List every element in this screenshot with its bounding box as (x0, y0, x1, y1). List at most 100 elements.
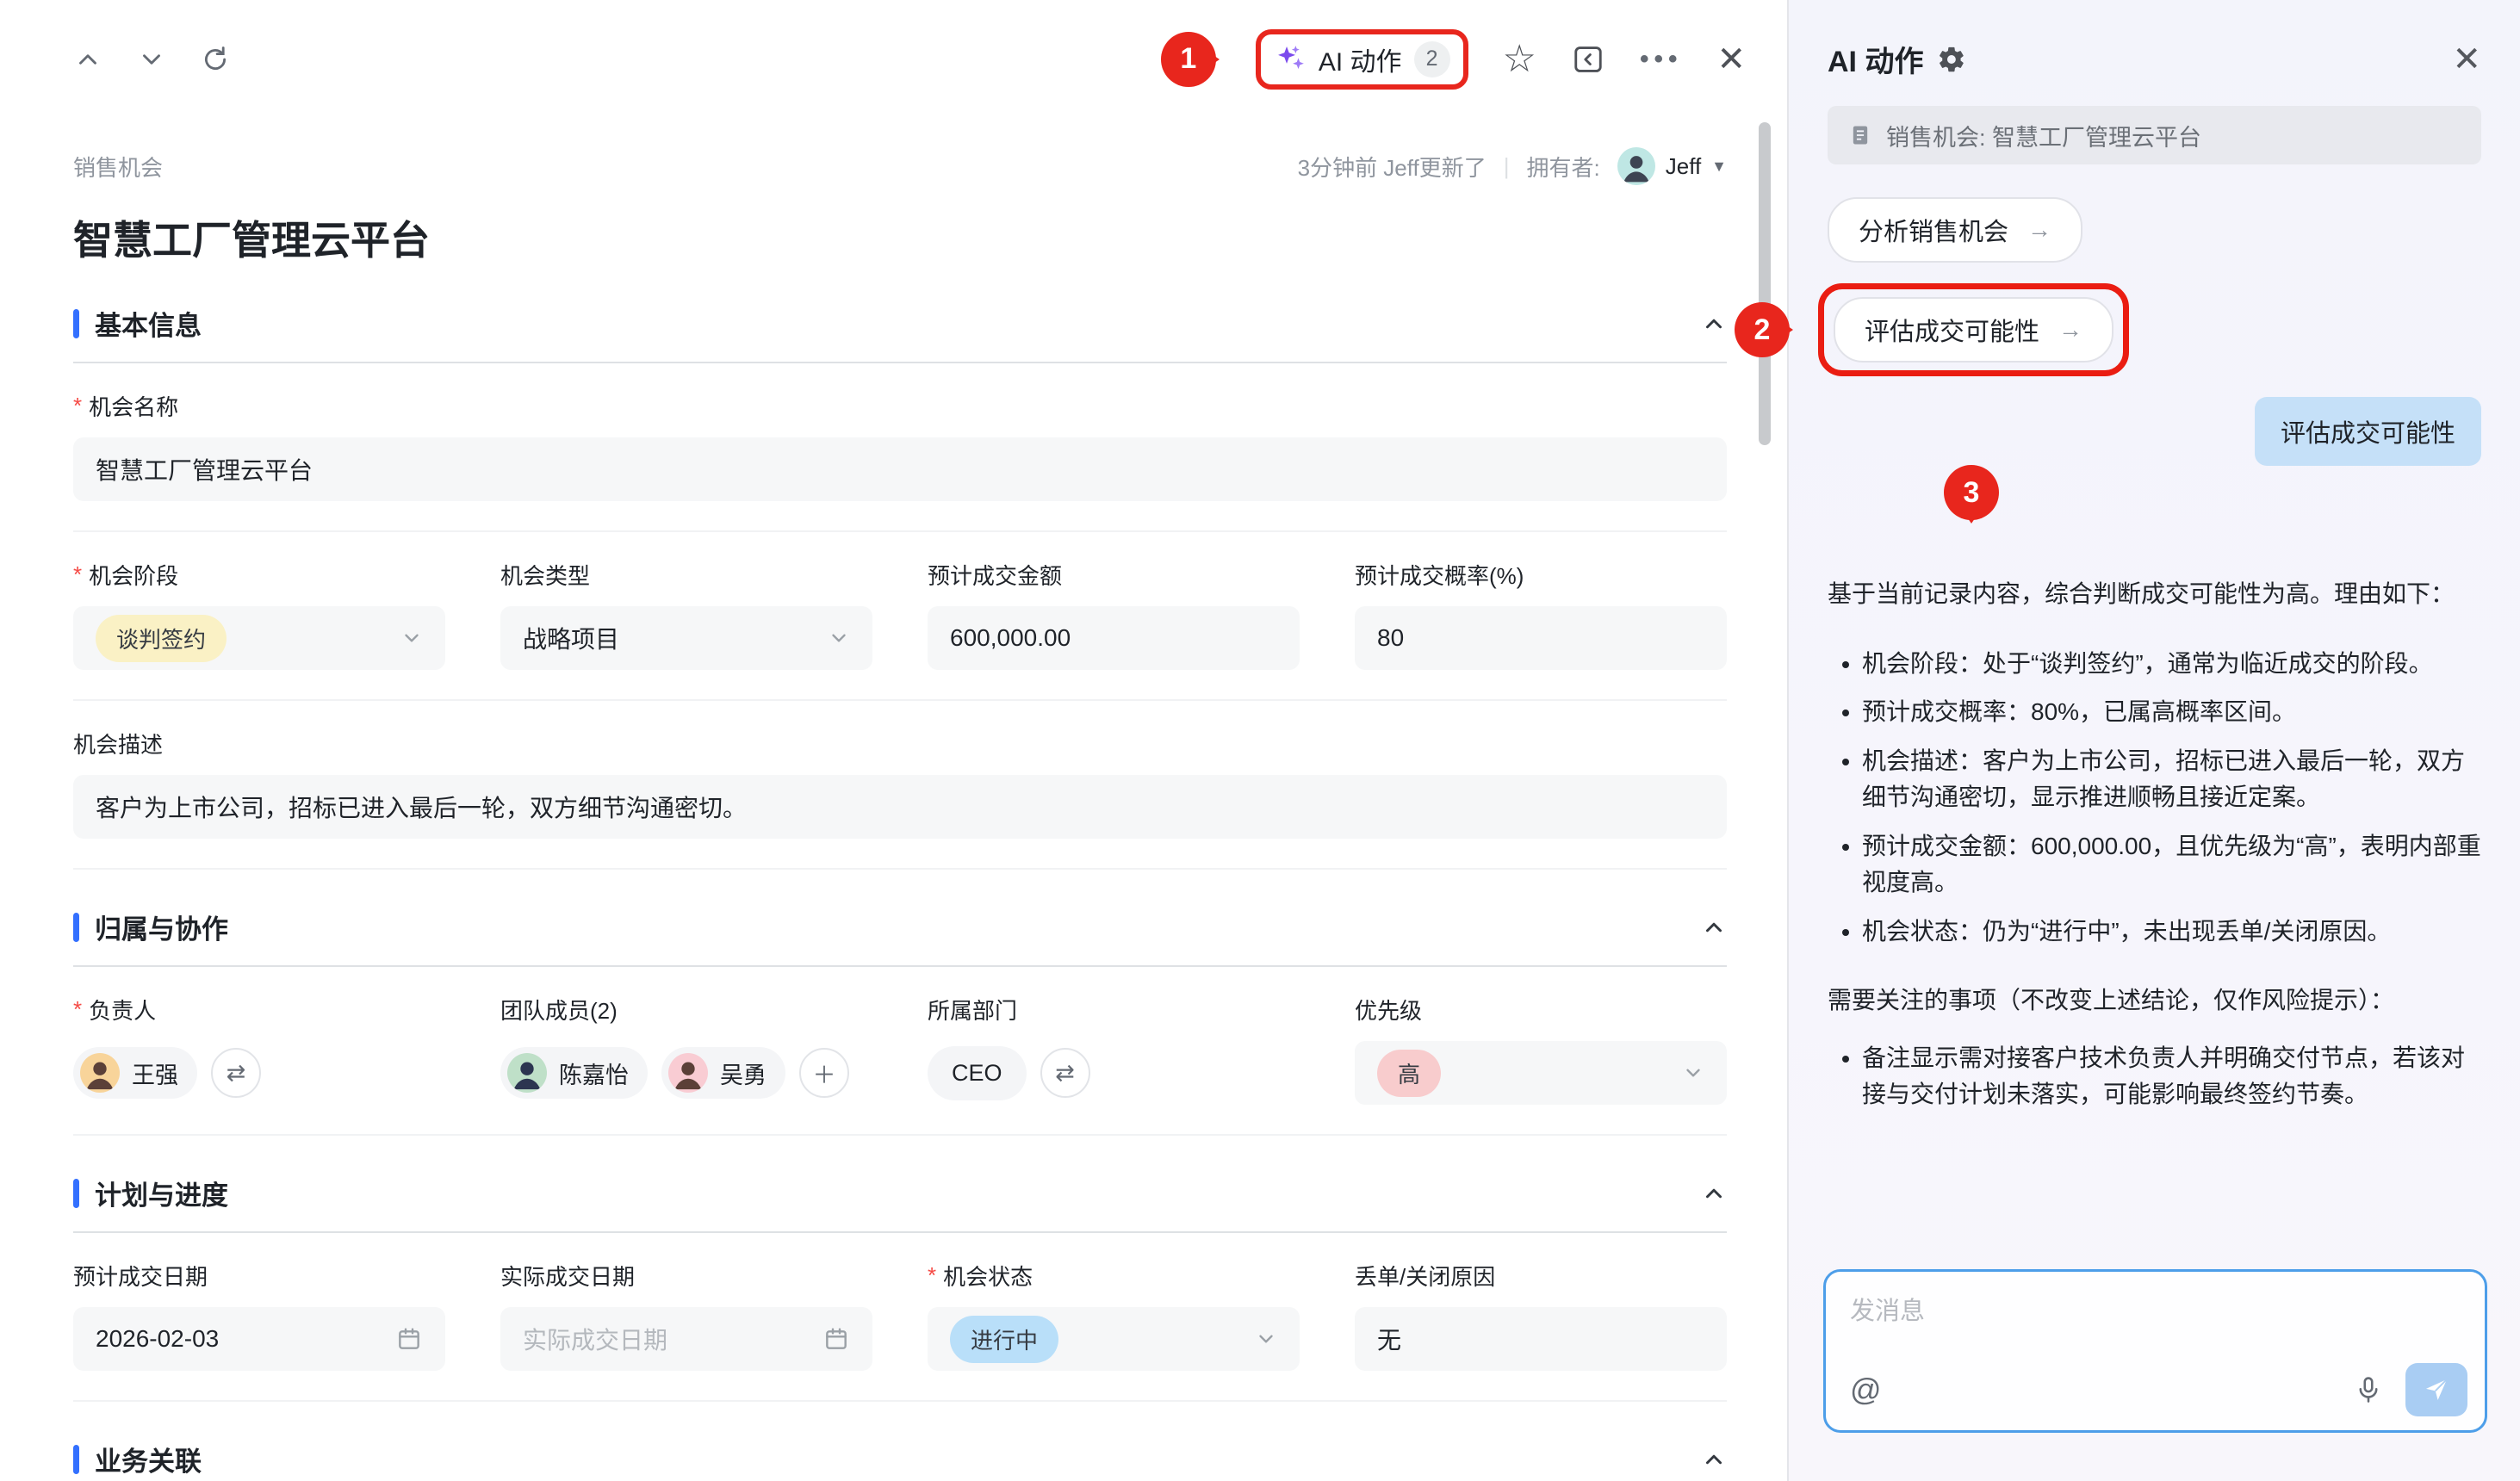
amount-value: 600,000.00 (950, 624, 1071, 652)
message-composer[interactable]: 发消息 @ (1823, 1269, 2487, 1433)
section-ownership-title: 归属与协作 (95, 908, 228, 946)
amount-input[interactable]: 600,000.00 (928, 606, 1300, 670)
row-divider (73, 1134, 1727, 1136)
record-head: 销售机会 3分钟前 Jeff更新了 | 拥有者: Jeff ▼ (73, 147, 1727, 185)
owner-avatar (1617, 147, 1655, 185)
field-row-description: 机会描述 客户为上市公司，招标已进入最后一轮，双方细节沟通密切。 (73, 728, 1727, 839)
ai-response-bullet: 预计成交金额：600,000.00，且优先级为“高”，表明内部重视度高。 (1862, 828, 2481, 902)
probability-label: 预计成交概率(%) (1355, 559, 1524, 591)
owner-person-pill[interactable]: 王强 (73, 1047, 197, 1099)
panel-close-icon[interactable]: ✕ (2452, 42, 2481, 77)
owner-field-label: 负责人 (89, 994, 156, 1026)
gear-icon[interactable] (1937, 45, 1966, 74)
section-divider (73, 362, 1727, 363)
section-accent-bar (73, 1179, 79, 1208)
send-button[interactable] (2405, 1363, 2467, 1416)
stage-tag: 谈判签约 (96, 615, 227, 662)
field-row-name: *机会名称 智慧工厂管理云平台 (73, 391, 1727, 501)
department-pill[interactable]: CEO (928, 1046, 1027, 1100)
calendar-icon (822, 1325, 850, 1353)
send-plane-icon (2423, 1376, 2450, 1404)
owner-swap-button[interactable]: ⇄ (211, 1048, 261, 1098)
opportunity-name-input[interactable]: 智慧工厂管理云平台 (73, 437, 1727, 501)
section-relations-title: 业务关联 (95, 1440, 202, 1478)
required-asterisk: * (73, 393, 82, 419)
owner-caret-icon: ▼ (1711, 158, 1727, 176)
collapse-chevron-icon[interactable] (1701, 1447, 1727, 1472)
owner-chip[interactable]: Jeff ▼ (1617, 147, 1727, 185)
record-context-chip[interactable]: 销售机会: 智慧工厂管理云平台 (1828, 106, 2481, 164)
lost-reason-label: 丢单/关闭原因 (1355, 1260, 1495, 1292)
ai-actions-panel: AI 动作 ✕ 销售机会: 智慧工厂管理云平台 分析销售机会 → 2 评估成交可… (1787, 0, 2520, 1481)
arrow-right-icon: → (2058, 316, 2082, 344)
field-row-people: *负责人 王强 ⇄ 团队成员(2) (73, 995, 1727, 1105)
team-member-pill[interactable]: 吴勇 (661, 1047, 785, 1099)
main-scrollbar-thumb[interactable] (1759, 122, 1771, 445)
chevron-down-icon (1682, 1062, 1704, 1084)
row-divider (73, 530, 1727, 532)
close-record-icon[interactable]: ✕ (1716, 42, 1746, 77)
user-message-bubble: 评估成交可能性 (2255, 397, 2481, 466)
required-asterisk: * (73, 561, 82, 588)
row-divider (73, 699, 1727, 701)
team-member-pill[interactable]: 陈嘉怡 (500, 1047, 648, 1099)
section-divider (73, 965, 1727, 967)
refresh-icon[interactable] (201, 45, 230, 74)
ai-action-badge: 2 (1414, 41, 1450, 77)
ai-action-button[interactable]: AI 动作 2 (1274, 40, 1450, 78)
type-select[interactable]: 战略项目 (500, 606, 872, 670)
actual-date-picker[interactable]: 实际成交日期 (500, 1307, 872, 1371)
expected-date-picker[interactable]: 2026-02-03 (73, 1307, 445, 1371)
field-type: 机会类型 战略项目 (500, 560, 872, 670)
description-input[interactable]: 客户为上市公司，招标已进入最后一轮，双方细节沟通密切。 (73, 775, 1727, 839)
department-label: 所属部门 (928, 994, 1017, 1026)
evaluate-probability-button[interactable]: 评估成交可能性 → (1834, 297, 2113, 363)
breadcrumb: 销售机会 (73, 151, 163, 183)
annotation-1-number: 1 (1180, 42, 1196, 76)
section-ownership-head: 归属与协作 (73, 908, 1727, 946)
evaluate-red-highlight: 2 评估成交可能性 → (1818, 283, 2129, 376)
ai-response-bullet: 机会描述：客户为上市公司，招标已进入最后一轮，双方细节沟通密切，显示推进顺畅且接… (1862, 743, 2481, 816)
section-plan: 计划与进度 预计成交日期 2026-02-03 实际成交日期 实际成交日期 *机 (73, 1174, 1727, 1402)
team-member-avatar (668, 1053, 708, 1093)
microphone-icon[interactable] (2354, 1375, 2383, 1404)
ai-action-red-highlight: AI 动作 2 (1256, 29, 1468, 90)
section-basic-head: 基本信息 (73, 304, 1727, 343)
field-description: 机会描述 客户为上市公司，招标已进入最后一轮，双方细节沟通密切。 (73, 728, 1727, 839)
side-panel-toggle-icon[interactable] (1571, 43, 1605, 76)
nav-up-icon[interactable] (73, 45, 102, 74)
ai-response-bullet: 机会状态：仍为“进行中”，未出现丢单/关闭原因。 (1862, 914, 2481, 951)
field-department: 所属部门 CEO ⇄ (928, 995, 1300, 1105)
collapse-chevron-icon[interactable] (1701, 1180, 1727, 1206)
stage-select[interactable]: 谈判签约 (73, 606, 445, 670)
ai-panel-title: AI 动作 (1828, 38, 1923, 80)
status-label: 机会状态 (943, 1260, 1033, 1292)
status-select[interactable]: 进行中 (928, 1307, 1300, 1371)
type-label: 机会类型 (500, 559, 590, 591)
probability-input[interactable]: 80 (1355, 606, 1727, 670)
expected-date-label: 预计成交日期 (73, 1260, 208, 1292)
evaluate-probability-label: 评估成交可能性 (1865, 312, 2039, 348)
user-message-row: 评估成交可能性 (1828, 397, 2481, 466)
field-amount: 预计成交金额 600,000.00 (928, 560, 1300, 670)
ai-action-label: AI 动作 (1319, 40, 1402, 78)
more-actions-icon[interactable]: ••• (1640, 45, 1683, 74)
lost-reason-input[interactable]: 无 (1355, 1307, 1727, 1371)
mention-icon[interactable]: @ (1850, 1372, 1882, 1408)
page-title: 智慧工厂管理云平台 (73, 209, 1727, 266)
record-meta: 3分钟前 Jeff更新了 | 拥有者: Jeff ▼ (1298, 147, 1727, 185)
chevron-down-icon (400, 627, 423, 649)
ai-response-note-bullet: 备注显示需对接客户技术负责人并明确交付节点，若该对接与交付计划未落实，可能影响最… (1862, 1040, 2481, 1113)
priority-select[interactable]: 高 (1355, 1041, 1727, 1105)
collapse-chevron-icon[interactable] (1701, 914, 1727, 940)
updated-text: 3分钟前 Jeff更新了 (1298, 151, 1487, 183)
owner-name: Jeff (1666, 153, 1701, 180)
collapse-chevron-icon[interactable] (1701, 311, 1727, 337)
department-swap-button[interactable]: ⇄ (1040, 1048, 1090, 1098)
favorite-star-icon[interactable]: ☆ (1503, 40, 1536, 78)
section-plan-title: 计划与进度 (95, 1174, 228, 1212)
section-relations-head: 业务关联 (73, 1440, 1727, 1478)
add-team-member-button[interactable]: ＋ (799, 1048, 849, 1098)
analyze-opportunity-button[interactable]: 分析销售机会 → (1828, 197, 2082, 263)
nav-down-icon[interactable] (137, 45, 166, 74)
